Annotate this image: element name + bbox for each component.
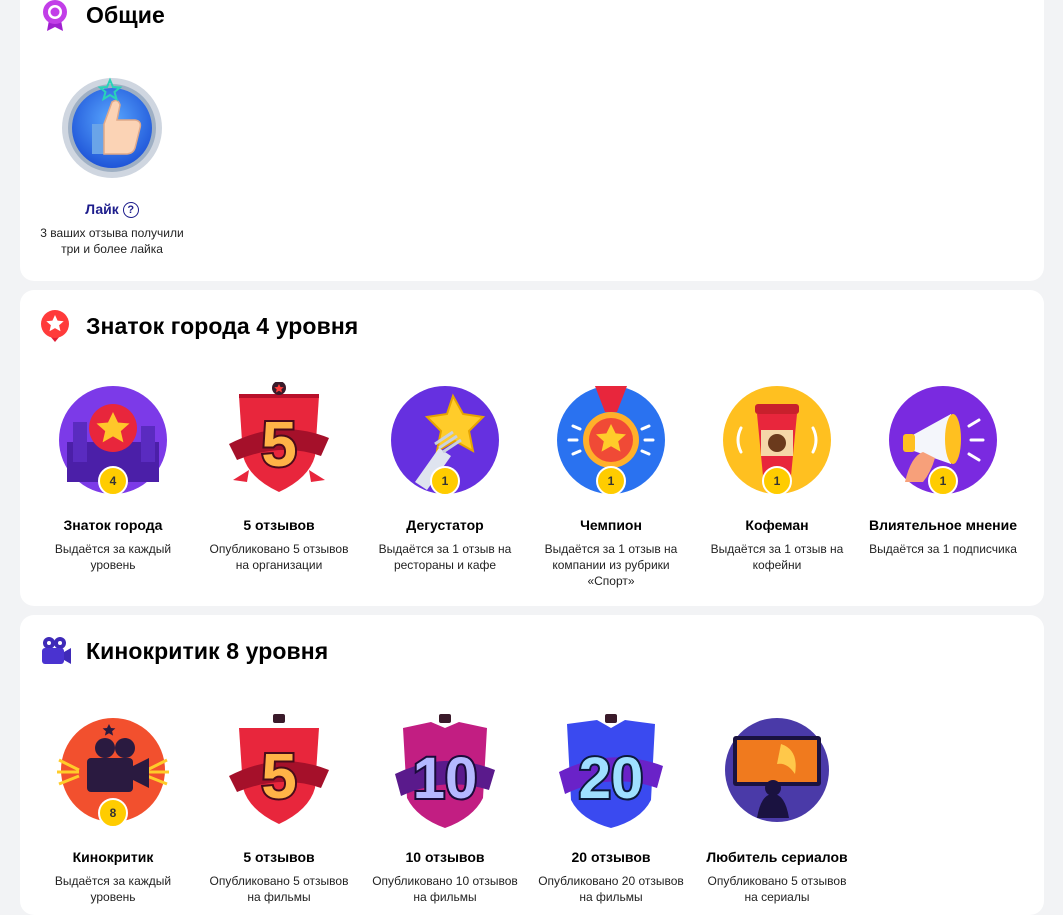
shield-five-icon: 5 — [219, 714, 339, 834]
badge-title: Чемпион — [580, 517, 642, 533]
badge-description: Выдаётся за каждый уровень — [54, 874, 172, 904]
badge-champion[interactable]: 1 Чемпион Выдаётся за 1 отзыв на компани… — [536, 382, 686, 589]
level-badge: 1 — [430, 466, 460, 496]
section-header: Знаток города 4 уровня — [38, 309, 358, 343]
medal-icon: 1 — [551, 382, 671, 502]
badge-coffee-lover[interactable]: 1 Кофеман Выдаётся за 1 отзыв на кофейни — [702, 382, 852, 573]
badge-title: Знаток города — [63, 517, 163, 533]
badge-title: Дегустатор — [406, 517, 484, 533]
shield-five-icon: 5 — [219, 382, 339, 502]
badge-title: 5 отзывов — [243, 849, 315, 865]
level-badge: 8 — [98, 798, 128, 828]
badge-title: 10 отзывов — [405, 849, 485, 865]
map-pin-star-icon — [41, 310, 69, 342]
badge-description: Выдаётся за 1 подписчика — [869, 542, 1017, 556]
tv-watcher-icon — [717, 714, 837, 834]
level-badge: 4 — [98, 466, 128, 496]
badge-title[interactable]: Лайк? — [37, 200, 187, 218]
badge-description: 3 ваших отзыва получили три и более лайк… — [40, 226, 184, 256]
badge-number: 10 — [413, 746, 478, 811]
level-badge: 1 — [596, 466, 626, 496]
badge-number: 5 — [261, 740, 297, 812]
badge-5-reviews[interactable]: 5 5 отзывов Опубликовано 5 отзывов на ор… — [204, 382, 354, 573]
badge-title: 5 отзывов — [243, 517, 315, 533]
help-icon[interactable]: ? — [122, 202, 139, 218]
section-header: Кинокритик 8 уровня — [38, 634, 328, 668]
badge-title: Кинокритик — [72, 849, 154, 865]
badge-description: Опубликовано 5 отзывов на фильмы — [209, 874, 349, 904]
fork-star-icon: 1 — [385, 382, 505, 502]
badge-title: Кофеман — [745, 517, 809, 533]
badge-number: 20 — [579, 746, 644, 811]
badge-description: Выдаётся за 1 отзыв на компании из рубри… — [544, 542, 678, 588]
achievements-card-city-expert: Знаток города 4 уровня 4 Знаток города В… — [20, 290, 1044, 606]
badge-description: Выдаётся за 1 отзыв на рестораны и кафе — [378, 542, 512, 572]
section-title: Знаток города 4 уровня — [86, 312, 359, 339]
shield-ten-icon: 10 — [385, 714, 505, 834]
film-camera-icon — [42, 637, 71, 664]
section-title: Общие — [86, 1, 165, 28]
badge-like[interactable]: Лайк? 3 ваших отзыва получили три и боле… — [37, 66, 187, 257]
badge-number: 5 — [261, 408, 297, 480]
badge-description: Опубликовано 10 отзывов на фильмы — [372, 874, 518, 904]
section-header: Общие — [38, 0, 165, 32]
badge-taster[interactable]: 1 Дегустатор Выдаётся за 1 отзыв на рест… — [370, 382, 520, 573]
megaphone-icon: 1 — [883, 382, 1003, 502]
achievements-card-film-critic: Кинокритик 8 уровня 8 Кинокритик Выдаётс… — [20, 615, 1044, 915]
badge-series-lover[interactable]: Любитель сериалов Опубликовано 5 отзывов… — [702, 714, 852, 905]
badge-influencer[interactable]: 1 Влиятельное мнение Выдаётся за 1 подпи… — [868, 382, 1018, 557]
badge-description: Опубликовано 5 отзывов на организации — [209, 542, 349, 572]
city-star-icon: 4 — [53, 382, 173, 502]
shield-twenty-icon: 20 — [551, 714, 671, 834]
badge-film-20-reviews[interactable]: 20 20 отзывов Опубликовано 20 отзывов на… — [536, 714, 686, 905]
badge-film-5-reviews[interactable]: 5 5 отзывов Опубликовано 5 отзывов на фи… — [204, 714, 354, 905]
badge-title: 20 отзывов — [571, 849, 651, 865]
badge-description: Опубликовано 5 отзывов на сериалы — [707, 874, 847, 904]
achievements-card-general: Общие Лайк? 3 ваших отзыва получили три … — [20, 0, 1044, 281]
section-title: Кинокритик 8 уровня — [86, 637, 329, 664]
thumbs-up-icon — [52, 66, 172, 186]
level-badge: 1 — [928, 466, 958, 496]
badge-film-10-reviews[interactable]: 10 10 отзывов Опубликовано 10 отзывов на… — [370, 714, 520, 905]
badge-city-expert[interactable]: 4 Знаток города Выдаётся за каждый урове… — [38, 382, 188, 573]
coffee-cup-icon: 1 — [717, 382, 837, 502]
badge-title: Влиятельное мнение — [868, 517, 1018, 533]
badge-description: Опубликовано 20 отзывов на фильмы — [538, 874, 684, 904]
level-badge: 1 — [762, 466, 792, 496]
ribbon-badge-icon — [43, 0, 67, 31]
badge-description: Выдаётся за каждый уровень — [54, 542, 172, 572]
badge-description: Выдаётся за 1 отзыв на кофейни — [710, 542, 844, 572]
film-camera-icon: 8 — [53, 714, 173, 834]
badge-film-critic[interactable]: 8 Кинокритик Выдаётся за каждый уровень — [38, 714, 188, 905]
badge-title: Любитель сериалов — [706, 849, 848, 865]
